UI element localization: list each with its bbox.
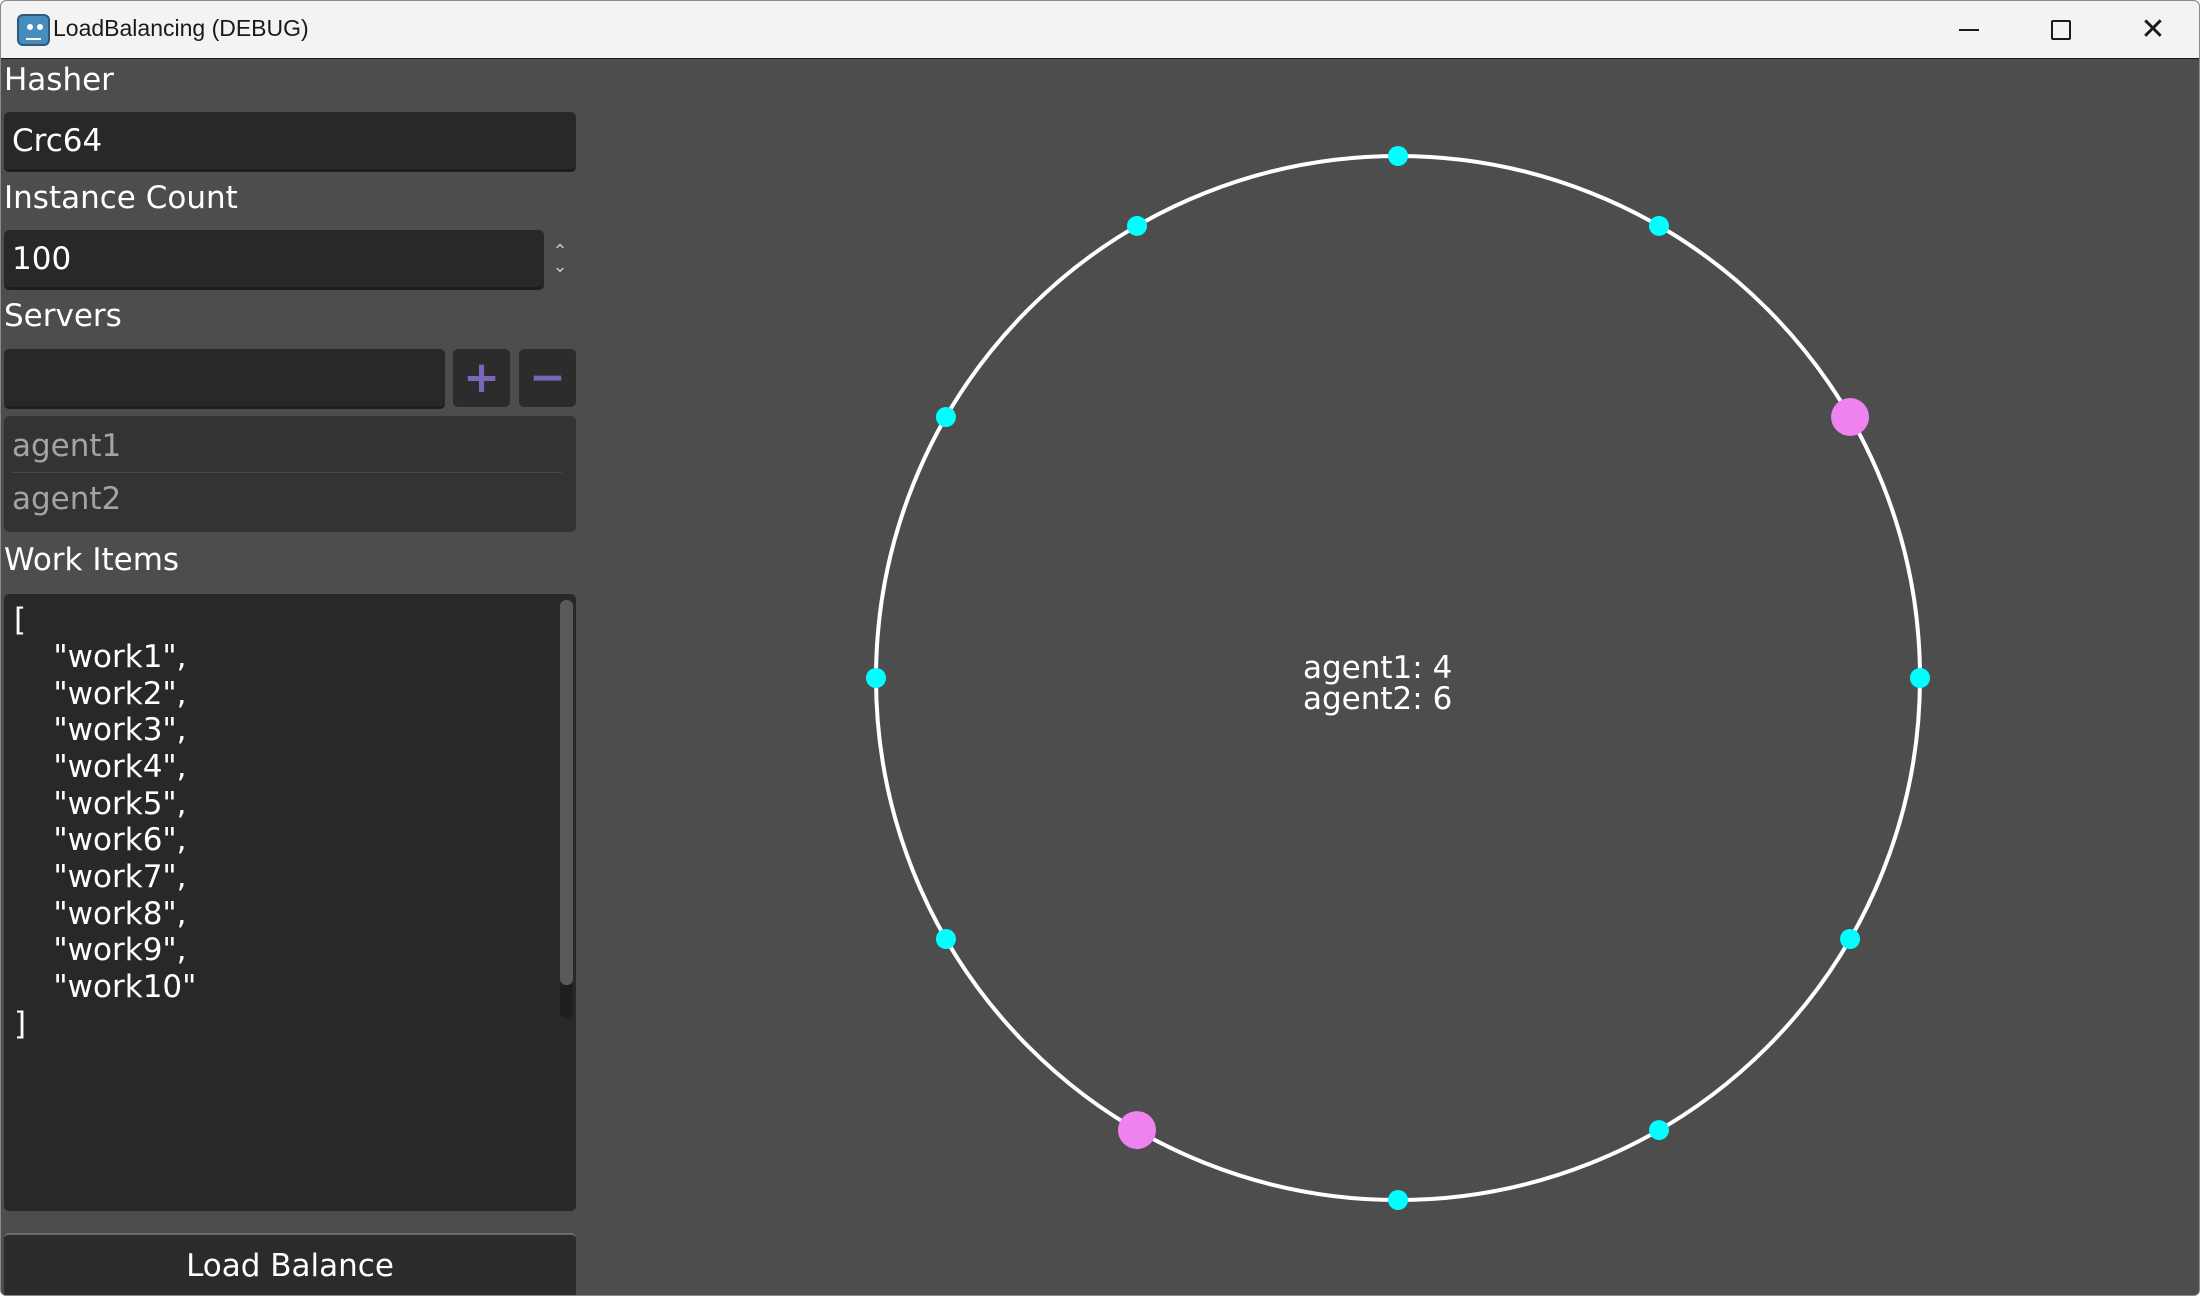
work-node <box>935 407 956 427</box>
work-line: "work10" <box>14 969 197 1005</box>
work-line: [ <box>14 602 27 638</box>
server-node-group <box>1118 398 1870 1150</box>
work-items-scrollbar[interactable] <box>560 600 573 1018</box>
work-items-textarea[interactable]: [ "work1", "work2", "work3", "work4", "w… <box>4 594 576 1211</box>
server-list-item[interactable]: agent2 <box>12 474 562 524</box>
work-line: "work2", <box>14 676 187 712</box>
work-line: "work8", <box>14 896 187 932</box>
hasher-dropdown[interactable]: Crc64 <box>4 112 576 172</box>
work-line: "work6", <box>14 822 187 858</box>
hasher-label: Hasher <box>4 62 114 98</box>
work-node <box>1127 215 1147 236</box>
work-node <box>1649 215 1669 236</box>
work-node <box>1910 668 1930 688</box>
work-items-label: Work Items <box>4 542 180 578</box>
work-node <box>1840 929 1861 949</box>
work-line: "work1", <box>14 639 187 675</box>
app-window: LoadBalancing (DEBUG) ✕ agent1: 4 agent2… <box>0 0 2200 1296</box>
scrollbar-thumb[interactable] <box>560 600 573 985</box>
instance-count-label: Instance Count <box>4 180 238 216</box>
work-line: ] <box>14 1006 27 1042</box>
work-node <box>1649 1120 1669 1141</box>
work-line: "work7", <box>14 859 187 895</box>
server-node <box>1831 398 1870 436</box>
servers-label: Servers <box>4 298 122 334</box>
work-node <box>866 668 886 688</box>
work-line: "work9", <box>14 932 187 968</box>
spinbox-arrows-icon[interactable]: ⌃ ⌄ <box>550 243 570 276</box>
work-node <box>1388 1190 1408 1210</box>
work-line: "work3", <box>14 712 187 748</box>
add-server-button[interactable]: + <box>453 349 510 407</box>
server-node <box>1118 1111 1156 1150</box>
server-list-item[interactable]: agent1 <box>12 421 562 471</box>
control-panel: Hasher Crc64 Instance Count 100 ⌃ ⌄ Serve… <box>1 60 581 1295</box>
instance-count-spinbox[interactable]: 100 <box>4 230 544 290</box>
agent2-count-label: agent2: 6 <box>1303 681 1452 717</box>
work-node <box>935 929 956 949</box>
server-list: agent1 agent2 <box>4 416 576 532</box>
work-line: "work4", <box>14 749 187 785</box>
server-name-input[interactable] <box>4 349 445 409</box>
work-node <box>1388 146 1408 166</box>
list-divider <box>12 472 562 473</box>
remove-server-button[interactable]: − <box>519 349 576 407</box>
load-balance-button[interactable]: Load Balance <box>4 1233 576 1295</box>
work-line: "work5", <box>14 786 187 822</box>
